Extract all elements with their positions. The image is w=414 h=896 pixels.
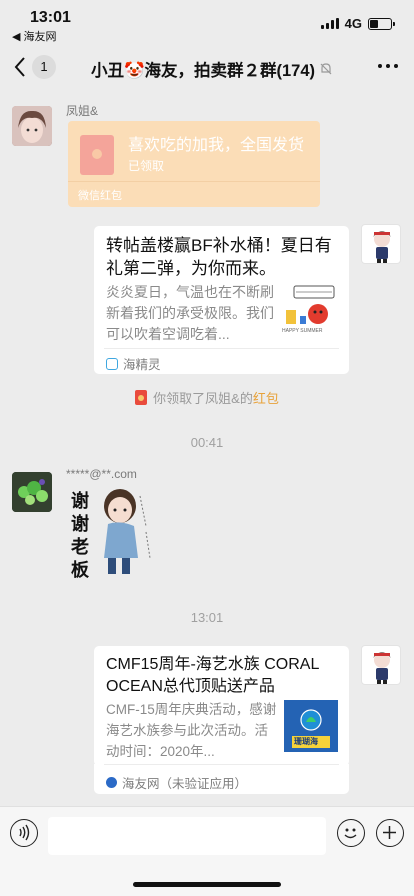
link-card[interactable]: 转帖盖楼赢BF补水桶！夏日有礼第二弹，为你而来。 炎炎夏日，气温也在不断刷新着我… <box>94 226 349 374</box>
home-indicator <box>133 882 281 887</box>
red-packet-notice: 你领取了凤姐&的 红包 <box>0 388 414 407</box>
red-packet-message[interactable]: 喜欢吃的加我，全国发货 已领取 微信红包 <box>68 121 320 207</box>
back-to-app-link[interactable]: ◀ 海友网 <box>12 28 56 44</box>
more-functions-button[interactable] <box>376 819 404 847</box>
card-title: CMF15周年-海艺水族 CORAL OCEAN总代顶贴送产品 <box>106 656 319 695</box>
red-packet-icon <box>135 390 148 405</box>
timestamp: 00:41 <box>190 435 224 450</box>
voice-button[interactable] <box>10 819 38 847</box>
thumb-caption: HAPPY SUMMER <box>282 328 323 334</box>
card-thumbnail: HAPPY SUMMER <box>280 280 338 338</box>
sender-name: 凤姐& <box>66 104 99 118</box>
status-indicators: 4G <box>320 16 395 31</box>
sticker-message[interactable]: 谢 谢 老 板 <box>66 486 156 580</box>
emoji-button[interactable] <box>337 819 365 847</box>
chat-title-wrap[interactable]: 小丑🤡海友，拍卖群２群(174) <box>72 57 352 81</box>
red-packet-text: 喜欢吃的加我，全国发货 <box>128 137 305 154</box>
back-triangle-icon: ◀ <box>12 30 21 43</box>
red-packet-link[interactable]: 红包 <box>253 388 279 407</box>
divider <box>104 348 339 349</box>
back-button[interactable] <box>14 56 32 80</box>
card-source-label: 海友网（未验证应用） <box>122 777 248 791</box>
chat-title: 小丑🤡海友，拍卖群２群(174) <box>90 62 316 80</box>
red-envelope-icon <box>80 135 114 175</box>
link-card[interactable]: CMF15周年-海艺水族 CORAL OCEAN总代顶贴送产品 CMF-15周年… <box>94 646 349 766</box>
network-type: 4G <box>344 16 362 31</box>
battery-icon <box>368 17 395 30</box>
sender-name: *****@**.com <box>66 467 137 481</box>
status-bar: 13:01 ◀ 海友网 4G <box>0 0 414 46</box>
card-description: 炎炎夏日，气温也在不断刷新着我们的承受极限。我们可以吹着空调吃着... <box>106 284 274 342</box>
red-packet-footer: 微信红包 <box>78 190 122 202</box>
avatar[interactable] <box>12 106 52 146</box>
mute-bell-icon <box>320 63 332 75</box>
avatar[interactable] <box>12 472 52 512</box>
thumb-caption: 珊瑚海 <box>294 737 318 746</box>
signal-icon <box>320 18 339 29</box>
child-sticker-icon <box>104 489 151 574</box>
divider <box>68 181 320 182</box>
voice-wave-icon <box>19 824 30 841</box>
divider <box>104 764 339 765</box>
mini-app-icon <box>106 357 118 370</box>
avatar[interactable] <box>361 224 401 264</box>
avatar[interactable] <box>361 645 401 685</box>
status-time: 13:01 <box>30 9 71 26</box>
chevron-left-icon <box>14 57 25 77</box>
card-source: 海友网（未验证应用） <box>106 773 247 792</box>
avatar-cartoon-icon <box>373 652 391 684</box>
notice-text: 你领取了凤姐&的 <box>153 391 253 406</box>
sticker-caption: 谢 谢 老 板 <box>71 491 89 580</box>
smiley-icon <box>344 828 357 839</box>
avatar-girl-icon <box>12 106 52 146</box>
card-source-label: 海精灵 <box>123 358 161 372</box>
timestamp: 13:01 <box>190 610 224 625</box>
more-options-button[interactable] <box>378 64 398 68</box>
card-thumbnail: 珊瑚海 <box>284 700 338 752</box>
card-title: 转帖盖楼赢BF补水桶！夏日有礼第二弹，为你而来。 <box>106 236 332 278</box>
site-logo-icon <box>106 777 117 788</box>
avatar-coral-icon <box>12 472 52 512</box>
chat-header: 1 小丑🤡海友，拍卖群２群(174) <box>0 46 414 90</box>
card-source: 海精灵 <box>106 354 161 373</box>
red-packet-status: 已领取 <box>128 159 165 173</box>
plus-icon <box>383 826 396 839</box>
avatar-cartoon-icon <box>373 231 391 263</box>
unread-badge[interactable]: 1 <box>32 55 56 79</box>
back-app-label: 海友网 <box>23 31 57 43</box>
card-description: CMF-15周年庆典活动，感谢海艺水族参与此次活动。活动时间：2020年... <box>106 702 277 759</box>
message-input[interactable] <box>48 817 326 855</box>
